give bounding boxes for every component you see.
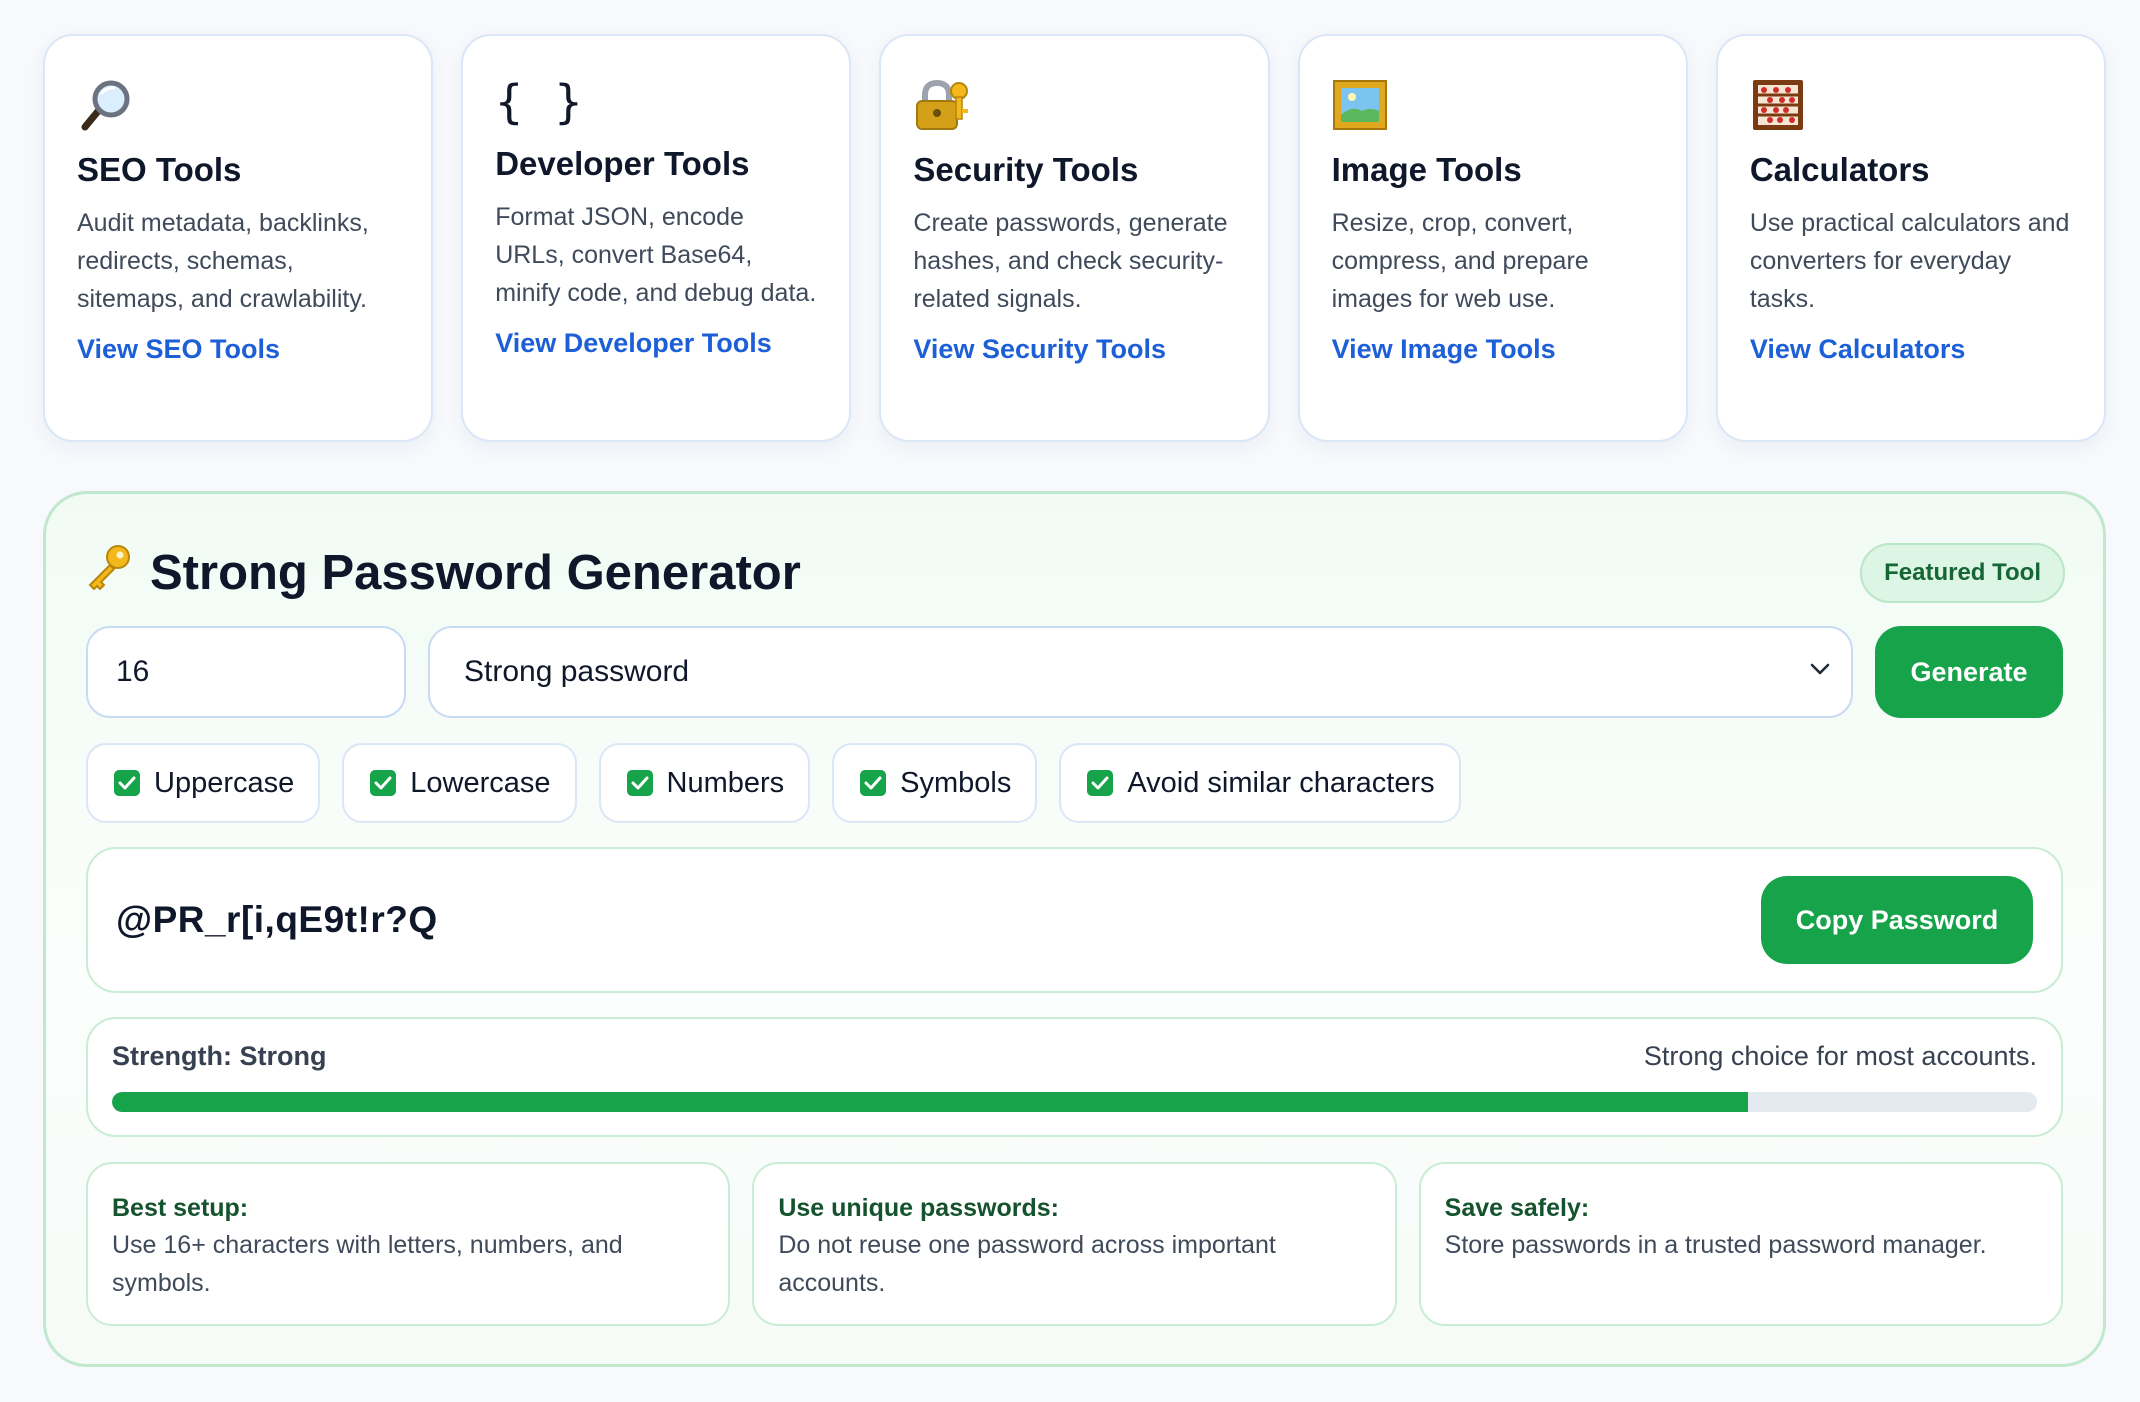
checkbox-checked-icon[interactable] (370, 770, 397, 796)
card-seo-tools: SEO Tools Audit metadata, backlinks, red… (43, 34, 434, 442)
key-icon (84, 542, 134, 604)
option-label: Avoid similar characters (1127, 766, 1435, 799)
category-cards: SEO Tools Audit metadata, backlinks, red… (43, 34, 2107, 442)
option-numbers[interactable]: Numbers (598, 743, 811, 823)
password-tips: Best setup: Use 16+ characters with lett… (86, 1162, 2063, 1326)
checkbox-checked-icon[interactable] (114, 770, 140, 796)
card-title: Calculators (1749, 151, 1930, 188)
card-title: SEO Tools (77, 151, 242, 188)
card-description: Create passwords, generate hashes, and c… (913, 209, 1228, 313)
copy-password-button[interactable]: Copy Password (1761, 876, 2033, 964)
braces-glyph: { } (495, 75, 585, 129)
generator-controls: Strong password Generate (86, 626, 2063, 718)
card-description: Use practical calculators and converters… (1749, 209, 2070, 313)
character-options: Uppercase Lowercase Numbers Symbols Avoi… (86, 743, 1461, 823)
tip-card: Save safely: Store passwords in a truste… (1418, 1162, 2063, 1326)
tip-card: Use unique passwords: Do not reuse one p… (752, 1162, 1397, 1326)
card-security-tools: Security Tools Create passwords, generat… (879, 34, 1270, 442)
strength-note: Strong choice for most accounts. (1643, 1041, 2037, 1071)
option-lowercase[interactable]: Lowercase (342, 743, 577, 823)
password-generator-panel: Strong Password Generator Featured Tool … (43, 491, 2106, 1367)
card-developer-tools: { } Developer Tools Format JSON, encode … (461, 34, 852, 442)
strength-label: Strength: Strong (112, 1041, 327, 1071)
option-label: Lowercase (410, 766, 551, 799)
checkbox-checked-icon[interactable] (626, 770, 653, 796)
checkbox-checked-icon[interactable] (1087, 770, 1114, 796)
tip-title: Save safely: (1444, 1194, 1590, 1222)
view-image-tools-link[interactable]: View Image Tools (1332, 334, 1654, 365)
password-preset-select[interactable]: Strong password (428, 626, 1853, 718)
braces-icon: { } (495, 74, 817, 130)
generated-password: @PR_r[i,qE9t!r?Q (116, 899, 438, 940)
magnifier-icon (77, 74, 399, 136)
framed-picture-icon (1332, 74, 1654, 136)
view-security-tools-link[interactable]: View Security Tools (913, 334, 1235, 365)
generate-button[interactable]: Generate (1875, 626, 2063, 718)
card-calculators: Calculators Use practical calculators an… (1715, 34, 2107, 442)
option-avoid-similar[interactable]: Avoid similar characters (1059, 743, 1461, 823)
tip-text: Use 16+ characters with letters, numbers… (112, 1231, 623, 1297)
card-title: Developer Tools (495, 145, 750, 182)
password-output: @PR_r[i,qE9t!r?Q Copy Password (86, 847, 2063, 993)
featured-tool-badge: Featured Tool (1860, 543, 2065, 603)
strength-meter: Strength: Strong Strong choice for most … (86, 1017, 2063, 1137)
view-developer-tools-link[interactable]: View Developer Tools (495, 328, 817, 359)
tip-text: Store passwords in a trusted password ma… (1444, 1231, 1987, 1259)
strength-row: Strength: Strong Strong choice for most … (112, 1041, 2037, 1072)
option-uppercase[interactable]: Uppercase (86, 743, 321, 823)
lock-key-icon (913, 74, 1235, 136)
option-label: Uppercase (154, 766, 295, 799)
select-value: Strong password (464, 655, 690, 688)
abacus-icon (1750, 74, 2072, 136)
password-length-input[interactable] (86, 626, 406, 718)
strength-bar-track (112, 1092, 2037, 1112)
strength-bar-fill (112, 1092, 1749, 1112)
option-label: Symbols (900, 766, 1012, 799)
card-image-tools: Image Tools Resize, crop, convert, compr… (1297, 34, 1688, 442)
tip-card: Best setup: Use 16+ characters with lett… (86, 1162, 731, 1326)
tool-title-text: Strong Password Generator (150, 546, 801, 600)
card-description: Resize, crop, convert, compress, and pre… (1331, 209, 1589, 313)
tip-title: Best setup: (112, 1194, 249, 1222)
tip-title: Use unique passwords: (778, 1194, 1059, 1222)
tip-text: Do not reuse one password across importa… (778, 1231, 1276, 1297)
card-description: Audit metadata, backlinks, redirects, sc… (77, 209, 369, 313)
option-symbols[interactable]: Symbols (832, 743, 1038, 823)
view-seo-tools-link[interactable]: View SEO Tools (77, 334, 399, 365)
option-label: Numbers (666, 766, 785, 799)
chevron-down-icon (1809, 662, 1831, 681)
card-title: Image Tools (1331, 151, 1522, 188)
panel-header: Strong Password Generator Featured Tool (84, 534, 2065, 612)
view-calculators-link[interactable]: View Calculators (1750, 334, 2072, 365)
checkbox-checked-icon[interactable] (860, 770, 887, 796)
tool-title: Strong Password Generator (84, 542, 801, 604)
card-title: Security Tools (913, 151, 1139, 188)
card-description: Format JSON, encode URLs, convert Base64… (495, 203, 817, 307)
